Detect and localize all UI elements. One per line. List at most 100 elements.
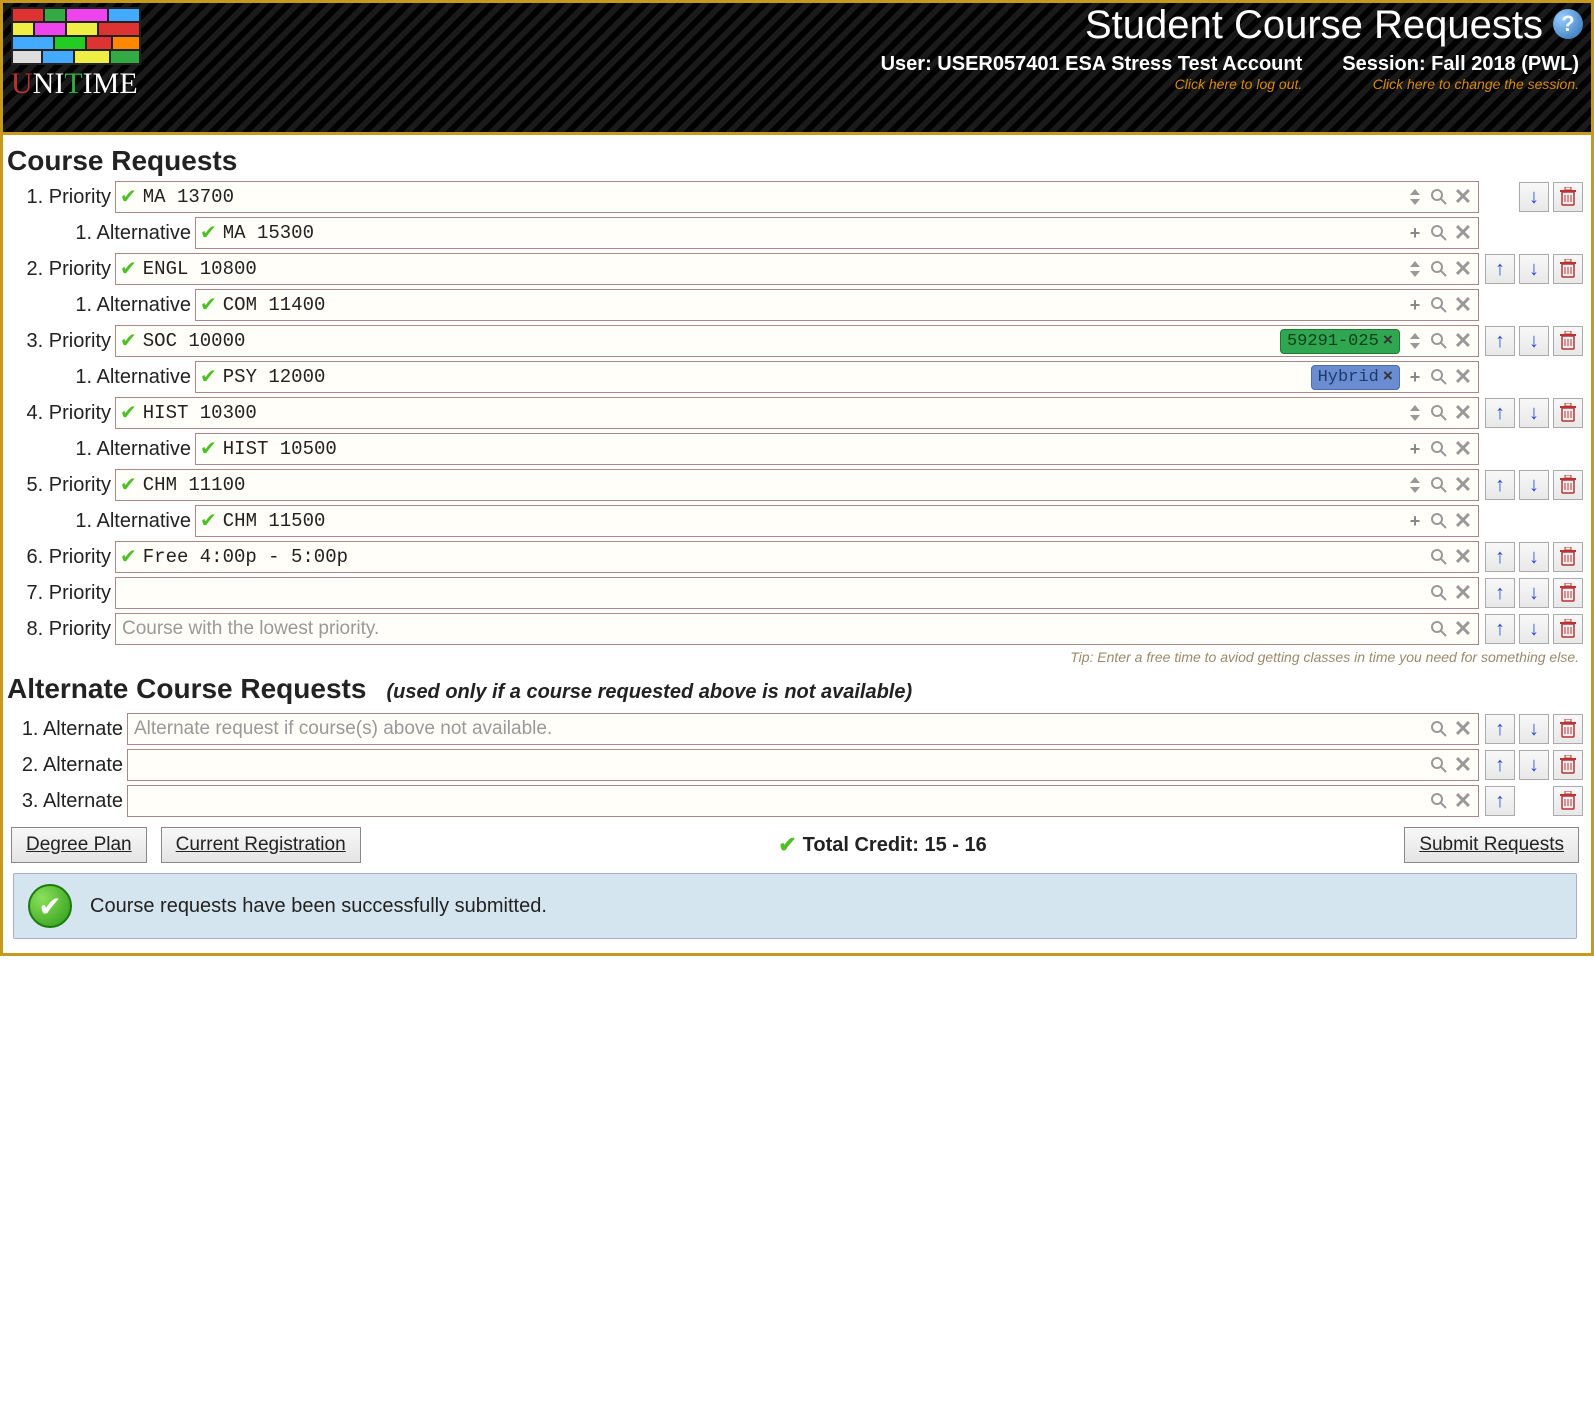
move-up-button[interactable]: ↑: [1485, 750, 1515, 780]
clear-icon[interactable]: ✕: [1452, 474, 1474, 496]
course-input[interactable]: ✔COM 11400+✕: [195, 289, 1479, 321]
search-icon[interactable]: [1428, 258, 1450, 280]
course-input[interactable]: ✔PSY 12000Hybrid×+✕: [195, 361, 1479, 393]
clear-icon[interactable]: ✕: [1452, 186, 1474, 208]
move-down-button[interactable]: ↓: [1519, 398, 1549, 428]
course-input[interactable]: ✔HIST 10500+✕: [195, 433, 1479, 465]
course-input[interactable]: ✔MA 13700✕: [115, 181, 1479, 213]
sort-icon[interactable]: [1404, 258, 1426, 280]
delete-button[interactable]: [1553, 714, 1583, 744]
move-down-button[interactable]: ↓: [1519, 614, 1549, 644]
delete-button[interactable]: [1553, 786, 1583, 816]
clear-icon[interactable]: ✕: [1452, 510, 1474, 532]
move-up-button[interactable]: ↑: [1485, 254, 1515, 284]
move-down-button[interactable]: ↓: [1519, 326, 1549, 356]
move-up-button[interactable]: ↑: [1485, 470, 1515, 500]
move-up-button[interactable]: ↑: [1485, 614, 1515, 644]
move-up-button[interactable]: ↑: [1485, 398, 1515, 428]
move-down-button[interactable]: ↓: [1519, 182, 1549, 212]
clear-icon[interactable]: ✕: [1452, 438, 1474, 460]
delete-button[interactable]: [1553, 326, 1583, 356]
plus-icon[interactable]: +: [1404, 222, 1426, 244]
clear-icon[interactable]: ✕: [1452, 294, 1474, 316]
course-input[interactable]: Alternate request if course(s) above not…: [127, 713, 1479, 745]
submit-requests-button[interactable]: Submit Requests: [1404, 827, 1579, 863]
move-up-button[interactable]: ↑: [1485, 578, 1515, 608]
move-up-button[interactable]: ↑: [1485, 786, 1515, 816]
move-down-button[interactable]: ↓: [1519, 578, 1549, 608]
move-up-button[interactable]: ↑: [1485, 326, 1515, 356]
chip-remove-icon[interactable]: ×: [1383, 368, 1393, 387]
course-input[interactable]: ✔MA 15300+✕: [195, 217, 1479, 249]
course-input[interactable]: ✔HIST 10300✕: [115, 397, 1479, 429]
clear-icon[interactable]: ✕: [1452, 582, 1474, 604]
clear-icon[interactable]: ✕: [1452, 790, 1474, 812]
delete-button[interactable]: [1553, 398, 1583, 428]
clear-icon[interactable]: ✕: [1452, 258, 1474, 280]
delete-button[interactable]: [1553, 182, 1583, 212]
move-down-button[interactable]: ↓: [1519, 714, 1549, 744]
move-down-button[interactable]: ↓: [1519, 750, 1549, 780]
clear-icon[interactable]: ✕: [1452, 366, 1474, 388]
change-session-link[interactable]: Click here to change the session.: [1342, 76, 1579, 92]
move-down-button[interactable]: ↓: [1519, 254, 1549, 284]
clear-icon[interactable]: ✕: [1452, 718, 1474, 740]
search-icon[interactable]: [1428, 402, 1450, 424]
logout-link[interactable]: Click here to log out.: [881, 76, 1303, 92]
course-input[interactable]: ✕: [115, 577, 1479, 609]
search-icon[interactable]: [1428, 186, 1450, 208]
logo[interactable]: UNITIME: [11, 7, 141, 101]
search-icon[interactable]: [1428, 790, 1450, 812]
clear-icon[interactable]: ✕: [1452, 402, 1474, 424]
search-icon[interactable]: [1428, 294, 1450, 316]
search-icon[interactable]: [1428, 330, 1450, 352]
plus-icon[interactable]: +: [1404, 438, 1426, 460]
search-icon[interactable]: [1428, 546, 1450, 568]
clear-icon[interactable]: ✕: [1452, 618, 1474, 640]
move-down-button[interactable]: ↓: [1519, 470, 1549, 500]
search-icon[interactable]: [1428, 438, 1450, 460]
delete-button[interactable]: [1553, 750, 1583, 780]
course-input[interactable]: ✔Free 4:00p - 5:00p✕: [115, 541, 1479, 573]
clear-icon[interactable]: ✕: [1452, 754, 1474, 776]
clear-icon[interactable]: ✕: [1452, 546, 1474, 568]
delete-button[interactable]: [1553, 578, 1583, 608]
move-down-button[interactable]: ↓: [1519, 542, 1549, 572]
search-icon[interactable]: [1428, 222, 1450, 244]
search-icon[interactable]: [1428, 718, 1450, 740]
course-input[interactable]: ✔CHM 11500+✕: [195, 505, 1479, 537]
plus-icon[interactable]: +: [1404, 510, 1426, 532]
chip-remove-icon[interactable]: ×: [1383, 332, 1393, 351]
delete-button[interactable]: [1553, 254, 1583, 284]
search-icon[interactable]: [1428, 754, 1450, 776]
search-icon[interactable]: [1428, 474, 1450, 496]
sort-icon[interactable]: [1404, 474, 1426, 496]
clear-icon[interactable]: ✕: [1452, 222, 1474, 244]
course-input[interactable]: ✕: [127, 785, 1479, 817]
course-input[interactable]: ✔ENGL 10800✕: [115, 253, 1479, 285]
search-icon[interactable]: [1428, 366, 1450, 388]
degree-plan-button[interactable]: Degree Plan: [11, 827, 147, 863]
move-up-button[interactable]: ↑: [1485, 714, 1515, 744]
plus-icon[interactable]: +: [1404, 366, 1426, 388]
delete-button[interactable]: [1553, 614, 1583, 644]
clear-icon[interactable]: ✕: [1452, 330, 1474, 352]
move-up-button[interactable]: ↑: [1485, 542, 1515, 572]
course-input[interactable]: Course with the lowest priority.✕: [115, 613, 1479, 645]
course-input[interactable]: ✕: [127, 749, 1479, 781]
plus-icon[interactable]: +: [1404, 294, 1426, 316]
course-input[interactable]: ✔SOC 1000059291-025×✕: [115, 325, 1479, 357]
delete-button[interactable]: [1553, 470, 1583, 500]
delete-button[interactable]: [1553, 542, 1583, 572]
filter-chip[interactable]: Hybrid×: [1311, 365, 1400, 390]
search-icon[interactable]: [1428, 618, 1450, 640]
filter-chip[interactable]: 59291-025×: [1280, 329, 1400, 354]
search-icon[interactable]: [1428, 582, 1450, 604]
help-icon[interactable]: ?: [1553, 9, 1583, 39]
course-input[interactable]: ✔CHM 11100✕: [115, 469, 1479, 501]
search-icon[interactable]: [1428, 510, 1450, 532]
sort-icon[interactable]: [1404, 186, 1426, 208]
sort-icon[interactable]: [1404, 330, 1426, 352]
current-registration-button[interactable]: Current Registration: [161, 827, 361, 863]
sort-icon[interactable]: [1404, 402, 1426, 424]
